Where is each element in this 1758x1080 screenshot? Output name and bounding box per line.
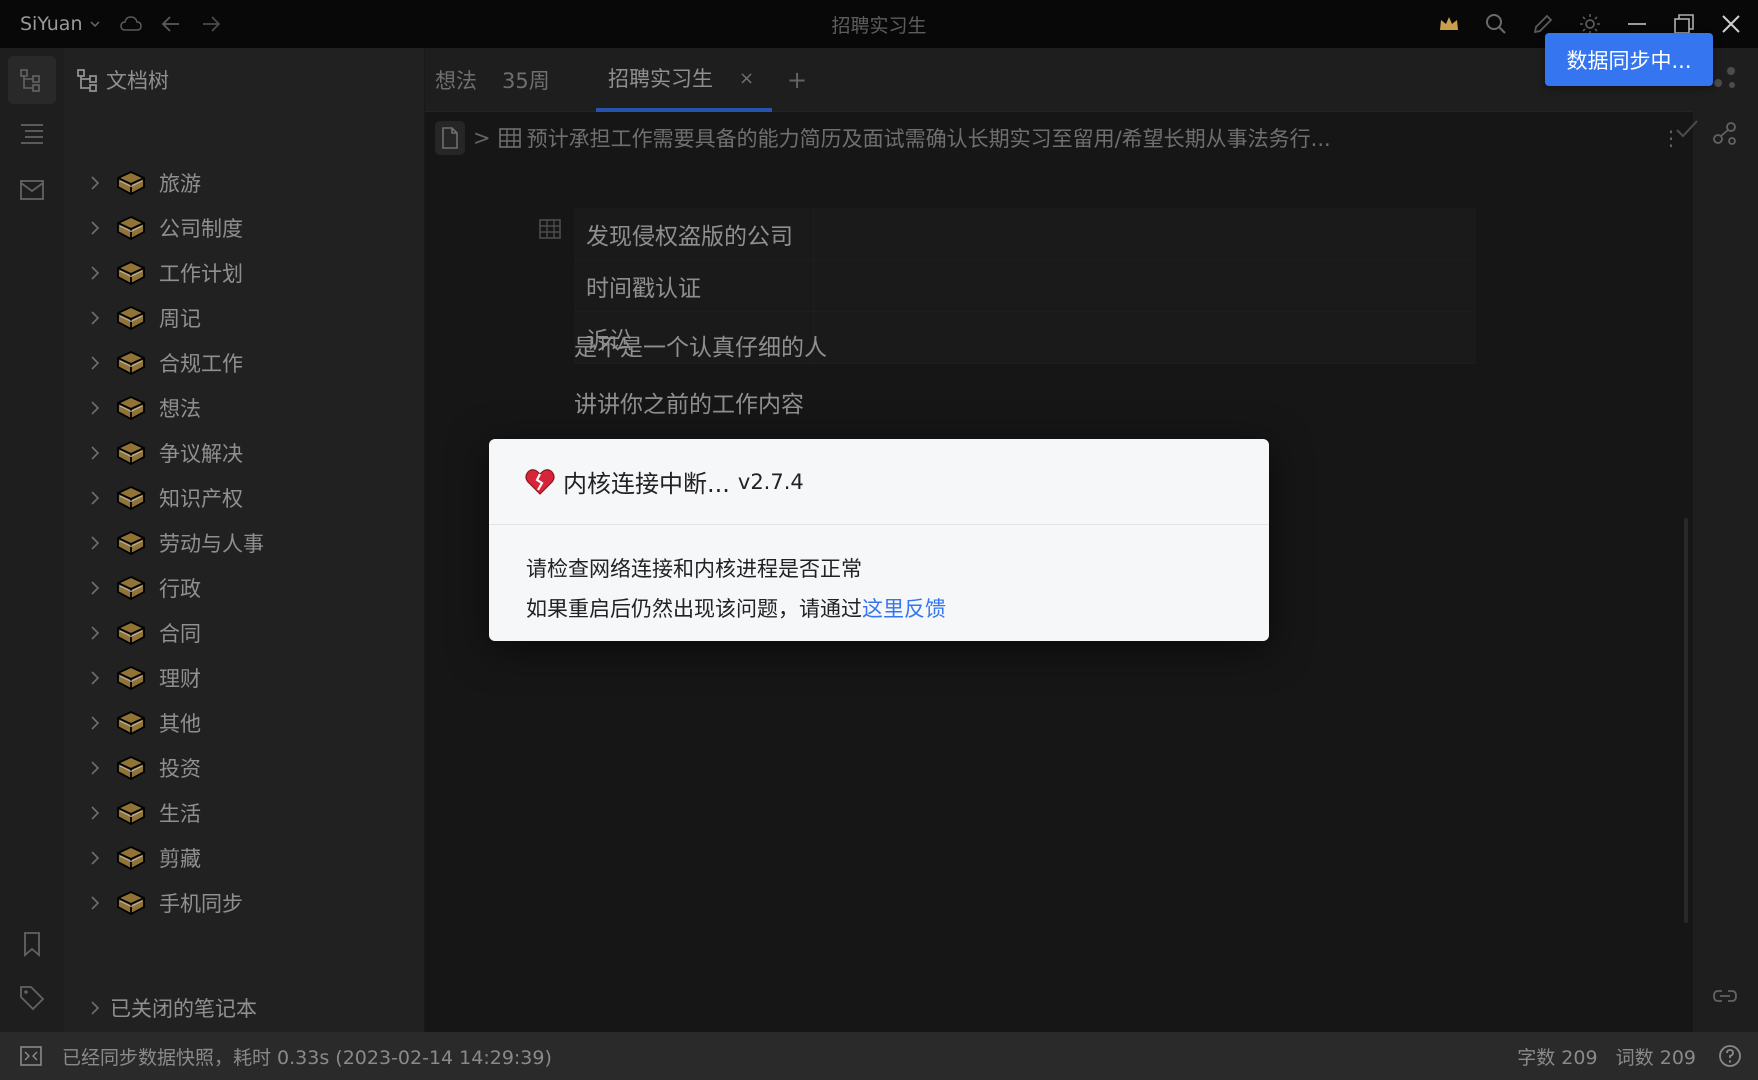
forward-icon[interactable]: [191, 4, 231, 44]
brand-label: SiYuan: [20, 13, 83, 35]
dialog-line-1: 请检查网络连接和内核进程是否正常: [526, 557, 862, 581]
broken-heart-icon: [525, 468, 555, 495]
kernel-disconnect-dialog: 内核连接中断... v2.7.4 请检查网络连接和内核进程是否正常 如果重启后仍…: [489, 439, 1269, 641]
dialog-version: v2.7.4: [737, 469, 804, 494]
sync-status-toast: 数据同步中...: [1545, 33, 1713, 86]
help-icon[interactable]: [1718, 1044, 1742, 1068]
char-count-value: 209: [1561, 1046, 1598, 1069]
char-count-label: 字数: [1517, 1046, 1556, 1069]
dialog-header: 内核连接中断... v2.7.4: [489, 439, 1269, 525]
word-count-label: 词数: [1615, 1046, 1654, 1069]
status-bar: 已经同步数据快照，耗时 0.33s (2023-02-14 14:29:39) …: [0, 1032, 1758, 1080]
word-count-value: 209: [1659, 1046, 1696, 1069]
crown-icon[interactable]: [1425, 4, 1472, 44]
back-icon[interactable]: [151, 4, 191, 44]
dialog-line-2: 如果重启后仍然出现该问题，请通过这里反馈: [526, 589, 1232, 629]
dialog-line-2-text: 如果重启后仍然出现该问题，请通过: [526, 597, 862, 621]
dialog-body: 请检查网络连接和内核进程是否正常 如果重启后仍然出现该问题，请通过这里反馈: [489, 525, 1269, 653]
word-count: 字数 209 词数 209: [1517, 1043, 1696, 1070]
search-icon[interactable]: [1472, 4, 1519, 44]
status-message: 已经同步数据快照，耗时 0.33s (2023-02-14 14:29:39): [62, 1046, 552, 1069]
title-bar: SiYuan 招聘实习生: [0, 0, 1758, 48]
brand-menu[interactable]: SiYuan: [20, 13, 101, 35]
feedback-link[interactable]: 这里反馈: [862, 597, 946, 621]
cloud-icon[interactable]: [111, 4, 151, 44]
close-icon[interactable]: [1707, 4, 1754, 44]
dock-toggle-icon[interactable]: [20, 1045, 42, 1067]
chevron-down-icon: [89, 21, 100, 28]
dialog-title: 内核连接中断...: [563, 470, 730, 498]
